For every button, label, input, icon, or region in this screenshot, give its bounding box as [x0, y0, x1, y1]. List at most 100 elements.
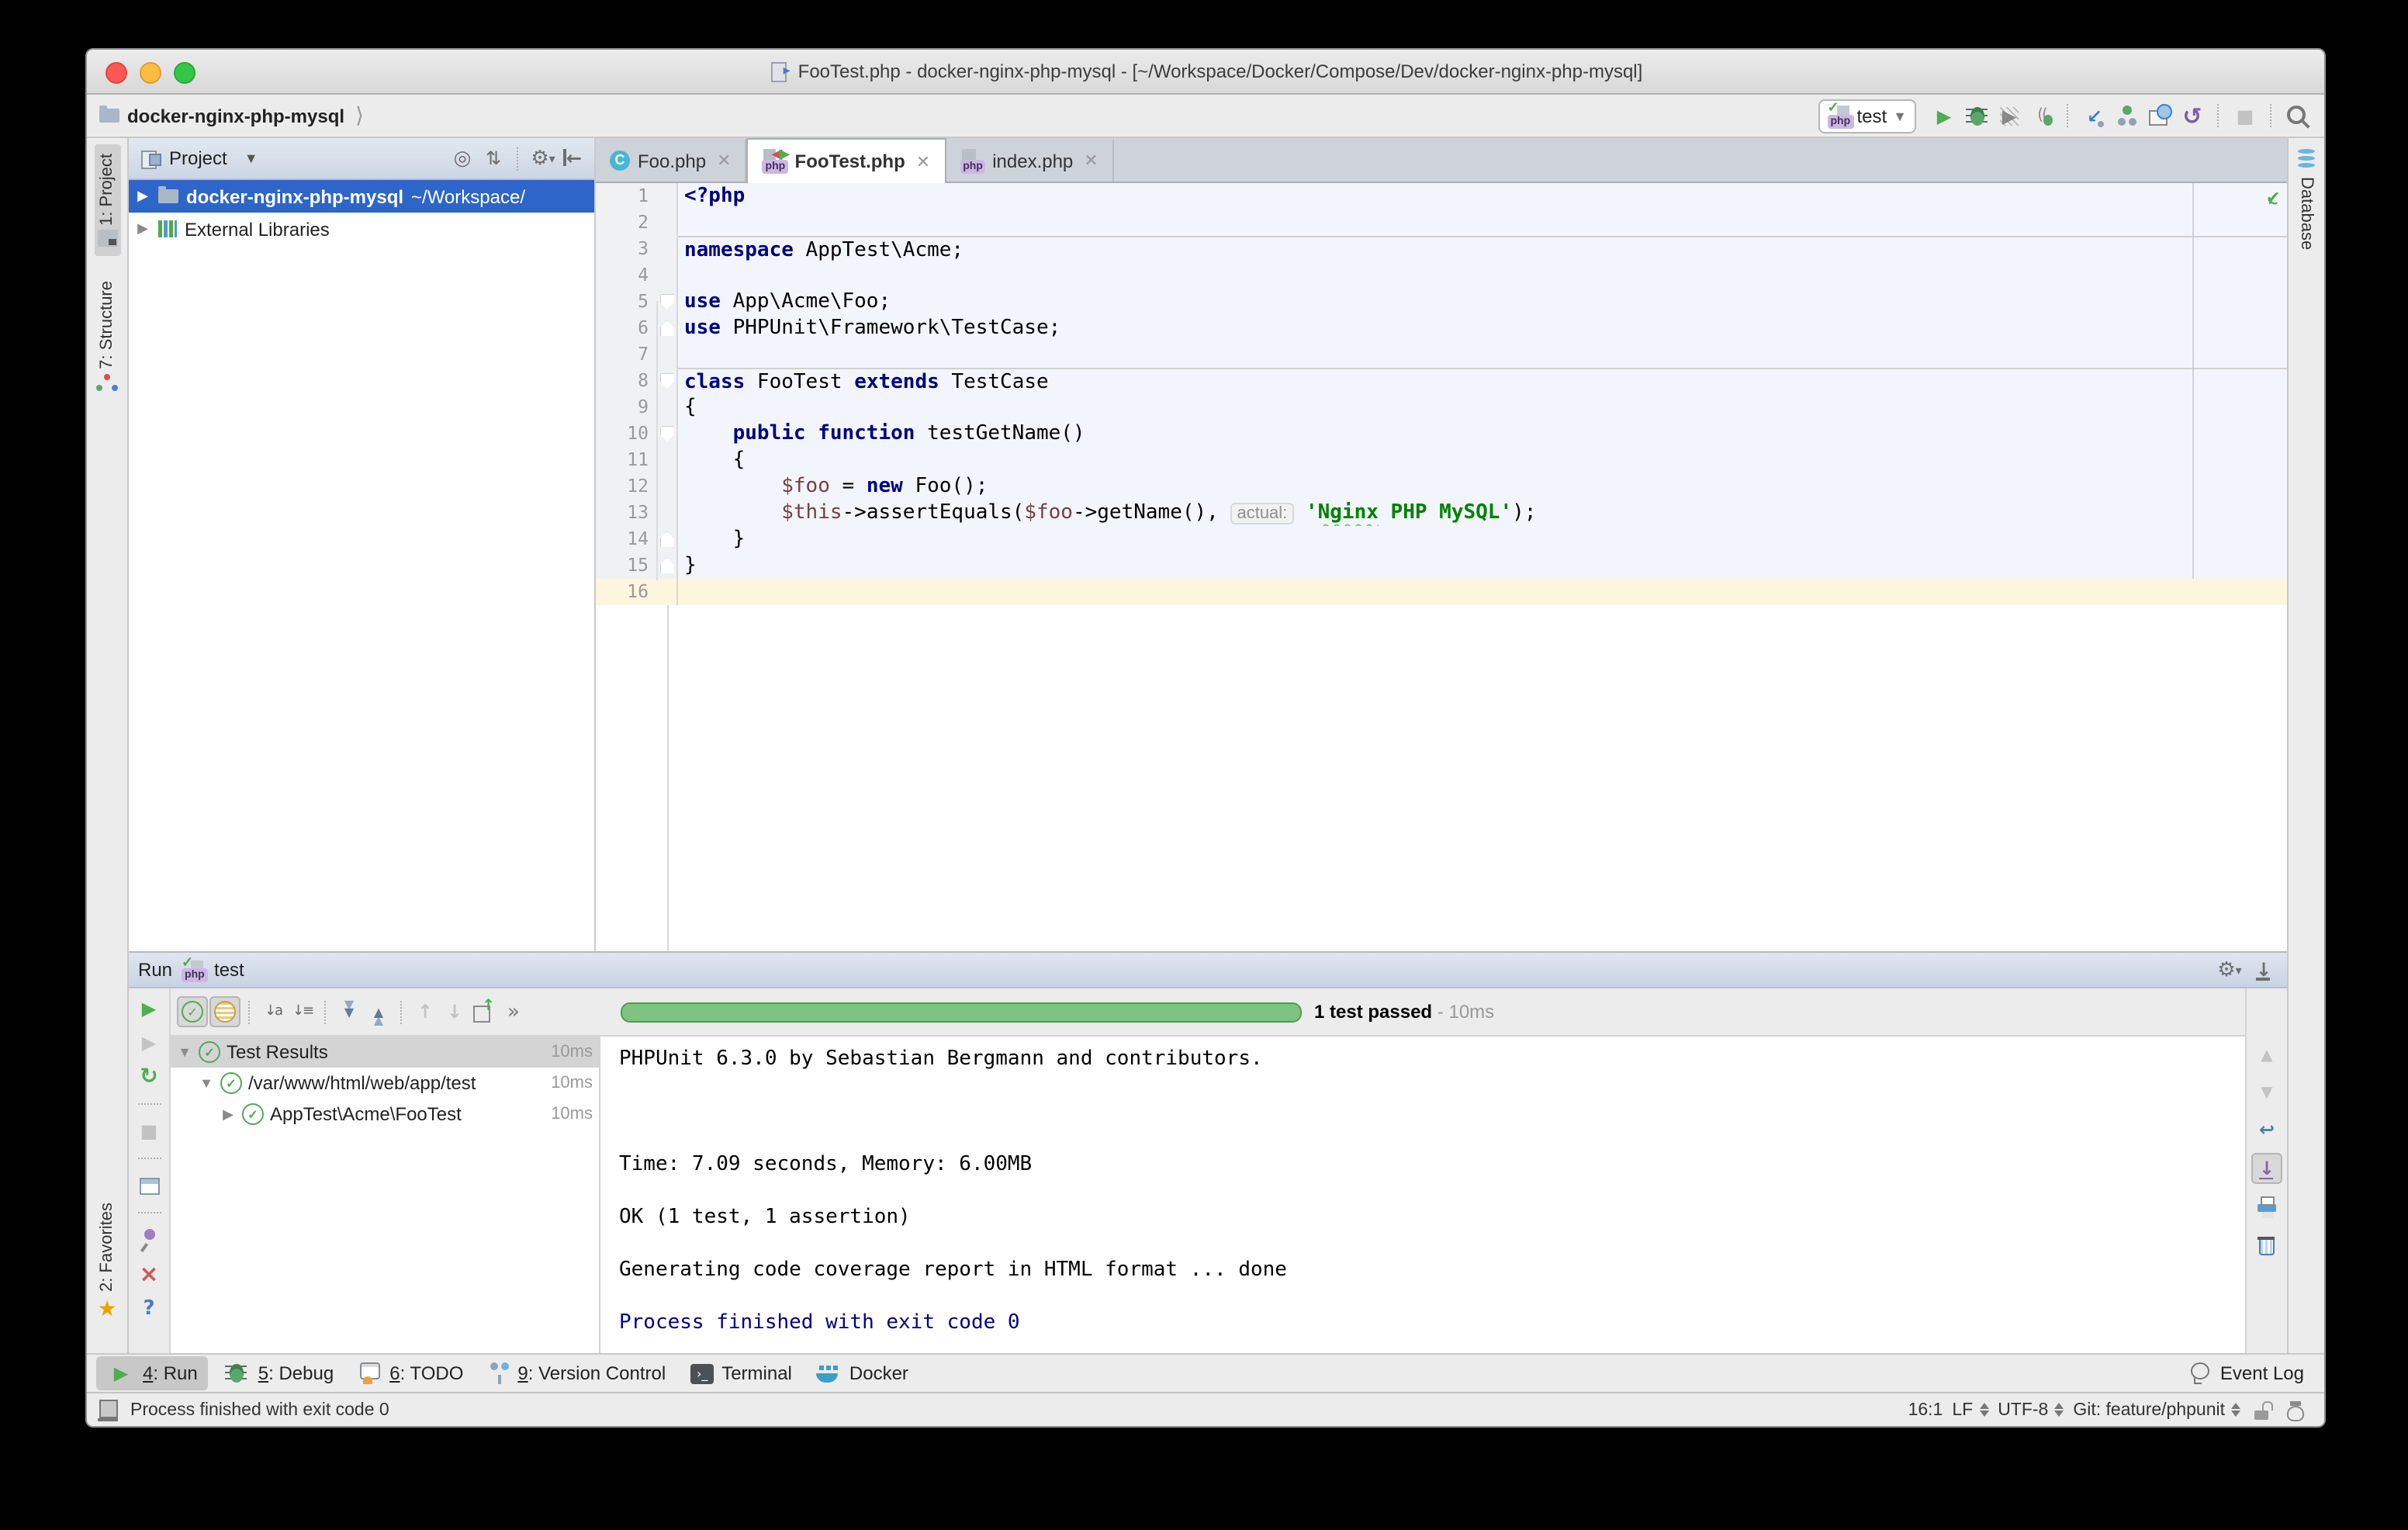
code-line[interactable]: 2 [596, 209, 2287, 236]
line-ending-select[interactable]: LF [1952, 1400, 1988, 1419]
code-line[interactable]: 1<?php [596, 183, 2287, 209]
toolwindow-tab-debug[interactable]: 5: Debug [212, 1356, 344, 1390]
test-tree-row[interactable]: ▼/var/www/html/web/app/test10ms [171, 1068, 599, 1099]
toolwindow-tab-structure[interactable]: 7: Structure [93, 272, 121, 404]
restore-layout-icon[interactable] [135, 1172, 163, 1199]
show-ignored-icon[interactable] [214, 1001, 236, 1023]
toggle-auto-test-icon[interactable] [135, 1063, 163, 1091]
chevron-down-icon[interactable]: ▼ [244, 151, 258, 166]
line-number[interactable]: 7 [596, 341, 658, 368]
hide-down-icon[interactable] [2250, 956, 2278, 984]
line-number[interactable]: 11 [596, 447, 658, 473]
vcs-icon[interactable] [488, 1362, 510, 1384]
expand-arrow-icon[interactable]: ▶ [220, 1106, 236, 1123]
toolwindow-tab-event-log[interactable]: Event Log [2177, 1358, 2315, 1389]
run-icon[interactable] [1930, 102, 1958, 130]
show-ignored-button[interactable] [209, 996, 240, 1027]
toolwindow-tab-todo[interactable]: 6: TODO [348, 1359, 474, 1387]
fold-marker-icon[interactable] [660, 373, 674, 389]
code-line[interactable]: 15} [596, 552, 2287, 579]
debug-icon[interactable] [1963, 102, 1991, 130]
collapse-vertical-icon[interactable] [479, 144, 507, 172]
inspection-status-icon[interactable]: ✔ [2267, 186, 2279, 213]
code-line[interactable]: 11 { [596, 447, 2287, 473]
scroll-up-icon[interactable] [2253, 1041, 2281, 1069]
close-window-button[interactable] [106, 62, 127, 84]
update-project-icon[interactable] [2081, 102, 2109, 130]
clear-all-icon[interactable] [2253, 1231, 2281, 1258]
print-icon[interactable] [2253, 1193, 2281, 1221]
debug-icon[interactable] [223, 1359, 251, 1387]
zoom-window-button[interactable] [174, 62, 195, 84]
line-number[interactable]: 3 [596, 236, 658, 262]
title-bar[interactable]: FooTest.php - docker-nginx-php-mysql - [… [87, 50, 2324, 95]
expand-arrow-icon[interactable]: ▼ [199, 1075, 214, 1091]
code-editor[interactable]: ✔ 1<?php23namespace AppTest\Acme;45use A… [596, 183, 2287, 951]
line-number[interactable]: 6 [596, 315, 658, 341]
collapse-all-icon[interactable] [365, 998, 393, 1026]
fold-marker-icon[interactable] [660, 531, 674, 547]
toolwindow-tab-docker[interactable]: Docker [806, 1359, 919, 1387]
caret-position[interactable]: 16:1 [1908, 1400, 1943, 1419]
code-line[interactable]: 4 [596, 262, 2287, 289]
sort-alphabetically-icon[interactable] [259, 998, 287, 1026]
run-configuration-select[interactable]: ✓ php test ▼ [1818, 99, 1916, 133]
close-tab-icon[interactable]: ✕ [916, 151, 930, 171]
docker-icon[interactable] [817, 1363, 842, 1383]
import-tests-icon[interactable] [470, 998, 498, 1026]
line-number[interactable]: 10 [596, 421, 658, 447]
search-everywhere-icon[interactable] [2284, 102, 2312, 130]
toolwindow-tab-project[interactable]: 1: Project [94, 144, 120, 257]
settings-icon[interactable] [529, 144, 557, 172]
toolwindow-tab-database[interactable]: Database [2297, 177, 2316, 250]
fold-marker-icon[interactable] [660, 558, 674, 573]
soft-wrap-icon[interactable] [2253, 1116, 2281, 1144]
fold-marker-icon[interactable] [660, 320, 674, 336]
run-console[interactable]: PHPUnit 6.3.0 by Sebastian Bergmann and … [599, 1037, 2245, 1361]
stop-icon[interactable] [2231, 102, 2259, 130]
code-line[interactable]: 5use App\Acme\Foo; [596, 289, 2287, 315]
next-failed-icon[interactable] [441, 998, 469, 1026]
editor-tab-index-php[interactable]: php index.php ✕ [946, 140, 1114, 182]
line-number[interactable]: 9 [596, 394, 658, 421]
breadcrumb-project[interactable]: docker-nginx-php-mysql [127, 105, 344, 126]
show-passed-icon[interactable] [182, 1001, 203, 1023]
editor-tab-foo-php[interactable]: Foo.php ✕ [596, 140, 747, 182]
code-line[interactable]: 14 } [596, 526, 2287, 552]
run-toolwindow-header[interactable]: Run ✓ php test [129, 953, 2287, 988]
terminal-icon[interactable] [690, 1363, 714, 1383]
rerun-failed-icon[interactable] [135, 1029, 163, 1057]
code-line[interactable]: 13 $this->assertEquals($foo->getName(), … [596, 500, 2287, 526]
expand-arrow-icon[interactable]: ▶ [135, 188, 150, 205]
recent-changes-icon[interactable] [2146, 102, 2174, 130]
test-tree-row[interactable]: ▼Test Results10ms [171, 1037, 599, 1068]
line-number[interactable]: 1 [596, 183, 658, 209]
git-branch-widget[interactable]: Git: feature/phpunit [2073, 1400, 2240, 1419]
rollback-icon[interactable] [2178, 102, 2206, 130]
rerun-icon[interactable] [135, 995, 163, 1023]
scroll-to-end-icon[interactable] [2253, 1154, 2281, 1182]
minimize-window-button[interactable] [140, 62, 161, 84]
show-passed-button[interactable] [177, 996, 208, 1027]
scroll-to-end-button[interactable] [2251, 1153, 2282, 1184]
line-number[interactable]: 15 [596, 552, 658, 579]
toolwindow-tab-favorites[interactable]: 2: Favorites [94, 1192, 119, 1331]
todo-icon[interactable] [358, 1362, 382, 1384]
breadcrumb[interactable]: docker-nginx-php-mysql ⟩ [99, 102, 364, 129]
project-tree-row-external-libraries[interactable]: ▶ External Libraries [129, 213, 594, 245]
expand-arrow-icon[interactable]: ▼ [177, 1044, 192, 1060]
hide-left-icon[interactable] [560, 144, 588, 172]
commit-changes-icon[interactable] [2113, 102, 2141, 130]
settings-icon[interactable] [2216, 956, 2244, 984]
fold-marker-icon[interactable] [660, 426, 674, 441]
line-number[interactable]: 12 [596, 473, 658, 500]
test-results-tree[interactable]: ▼Test Results10ms▼/var/www/html/web/app/… [171, 1037, 599, 1361]
line-number[interactable]: 8 [596, 368, 658, 394]
help-icon[interactable] [135, 1294, 163, 1322]
line-number[interactable]: 4 [596, 262, 658, 289]
line-number[interactable]: 5 [596, 289, 658, 315]
line-number[interactable]: 13 [596, 500, 658, 526]
pin-icon[interactable] [135, 1226, 163, 1254]
stop-icon[interactable] [135, 1117, 163, 1145]
run-icon[interactable] [107, 1359, 135, 1387]
